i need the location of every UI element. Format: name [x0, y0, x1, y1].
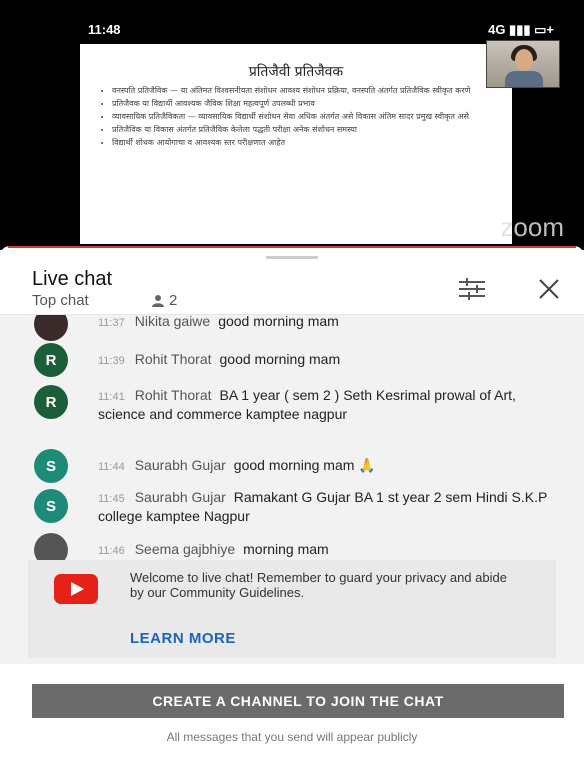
message-time: 11:39	[98, 355, 125, 367]
zoom-watermark: zoom	[500, 212, 564, 242]
top-chat-dropdown[interactable]: Top chat	[32, 292, 89, 309]
avatar[interactable]: R	[34, 385, 68, 419]
message-body: 11:44 Saurabh Gujar good morning mam 🙏	[98, 457, 554, 476]
avatar[interactable]: S	[34, 489, 68, 523]
slide-title: प्रतिजैवी प्रतिजैवक	[248, 64, 344, 80]
status-icons: 4G ▮▮▮ ▭+	[488, 22, 554, 37]
message-body: 11:45 Saurabh Gujar Ramakant G Gujar BA 1 …	[98, 489, 554, 525]
message-time: 11:37	[98, 317, 125, 329]
create-channel-button[interactable]: CREATE A CHANNEL TO JOIN THE CHAT	[32, 684, 564, 718]
learn-more-link[interactable]: LEARN MORE	[130, 630, 236, 647]
message-body: 11:41 Rohit Thorat BA 1 year ( sem 2 ) Set…	[98, 387, 554, 423]
presenter-body	[505, 71, 543, 87]
presenter-face	[515, 49, 533, 71]
message-time: 11:44	[98, 461, 125, 473]
public-messages-note: All messages that you send will appear p…	[166, 730, 418, 744]
status-bar: 11:48 4G ▮▮▮ ▭+	[0, 0, 584, 40]
message-author[interactable]: Rohit Thorat	[135, 351, 212, 367]
message-text: good morning mam 🙏	[233, 457, 376, 473]
viewer-count: 2	[150, 292, 177, 309]
message-time: 11:41	[98, 391, 125, 403]
message-author[interactable]: Nikita gaiwe	[135, 315, 210, 329]
message-author[interactable]: Saurabh Gujar	[135, 489, 226, 505]
viewer-count-value: 2	[169, 292, 178, 309]
avatar[interactable]: R	[34, 343, 68, 377]
welcome-card: Welcome to live chat! Remember to guard …	[28, 560, 556, 658]
message-text: good morning mam	[218, 315, 339, 329]
close-icon[interactable]	[534, 274, 564, 304]
message-author[interactable]: Rohit Thorat	[135, 387, 212, 403]
top-chat-label: Top chat	[32, 292, 89, 309]
message-body: 11:46 Seema gajbhiye morning mam	[98, 541, 554, 560]
status-time: 11:48	[88, 22, 121, 37]
slide-bullet: प्रतिजैवक या विद्यार्थी आवश्यक जैविक शिक…	[112, 99, 508, 109]
message-text: morning mam	[243, 541, 329, 557]
slide-bullet: प्रतिजैविक या विकास अंतर्गत प्रतिजैविक क…	[112, 125, 508, 135]
message-body: 11:37 Nikita gaiwe good morning mam	[98, 315, 554, 332]
slide-bullets: वनस्पति प्रतिजैविक — या अंतिमत विश्वसनीय…	[98, 86, 508, 151]
avatar[interactable]: S	[34, 449, 68, 483]
slide-bullet: विद्यार्थी शोधक आयोगाचा व आवश्यक स्तर पर…	[112, 138, 508, 148]
message-author[interactable]: Saurabh Gujar	[135, 457, 226, 473]
video-player[interactable]: 11:48 4G ▮▮▮ ▭+ प्रतिजैवी प्रतिजैवक वनस्…	[0, 0, 584, 250]
youtube-icon	[54, 574, 98, 604]
presentation-slide: प्रतिजैवी प्रतिजैवक वनस्पति प्रतिजैविक —…	[80, 44, 512, 244]
slide-bullet: वनस्पति प्रतिजैविक — या अंतिमत विश्वसनीय…	[112, 86, 508, 96]
people-icon	[152, 294, 164, 307]
welcome-text: Welcome to live chat! Remember to guard …	[130, 570, 507, 600]
message-time: 11:46	[98, 545, 125, 557]
drag-handle[interactable]	[266, 256, 318, 259]
message-time: 11:45	[98, 493, 125, 505]
message-body: 11:39 Rohit Thorat good morning mam	[98, 351, 554, 370]
message-author[interactable]: Seema gajbhiye	[135, 541, 235, 557]
avatar	[34, 315, 68, 341]
chat-title: Live chat	[32, 268, 113, 290]
presenter-webcam	[486, 40, 560, 88]
filter-icon[interactable]	[455, 276, 489, 302]
progress-line	[8, 246, 576, 248]
slide-bullet: व्यावसायिक प्रतिजैविकता — व्यावसायिक विद…	[112, 112, 508, 122]
message-text: good morning mam	[219, 351, 341, 367]
